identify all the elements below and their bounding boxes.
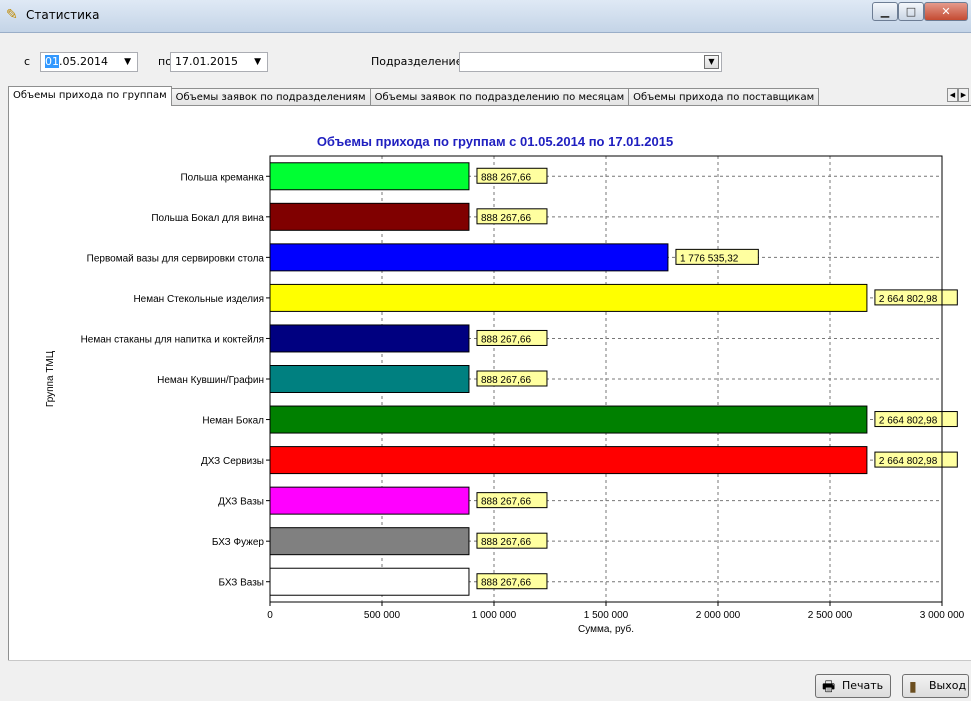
bar-chart: Объемы прихода по группам с 01.05.2014 п… — [45, 134, 965, 635]
data-label: 2 664 802,98 — [879, 456, 938, 467]
tab-scroll-right-icon[interactable]: ▶ — [958, 88, 969, 102]
tab-requests-by-departments[interactable]: Объемы заявок по подразделениям — [170, 88, 371, 106]
exit-button-label: Выход — [929, 679, 967, 692]
data-label: 888 267,66 — [481, 578, 531, 589]
chart-panel: Объемы прихода по группам с 01.05.2014 п… — [8, 105, 971, 660]
date-from-rest: .05.2014 — [59, 55, 108, 68]
window-title: Статистика — [26, 8, 100, 22]
x-tick-label: 2 500 000 — [808, 610, 853, 621]
chart-title: Объемы прихода по группам с 01.05.2014 п… — [317, 134, 673, 149]
chevron-down-icon: ▼ — [254, 57, 261, 67]
date-to-value: 17.01.2015 — [175, 55, 238, 68]
x-tick-label: 0 — [267, 610, 273, 621]
app-icon: ✎ — [6, 7, 18, 23]
bar — [269, 567, 470, 596]
y-tick-label: Польша Бокал для вина — [151, 213, 264, 224]
exit-door-icon: ▮ — [909, 679, 917, 695]
y-tick-label: БХЗ Фужер — [212, 537, 265, 548]
x-tick-label: 3 000 000 — [920, 610, 965, 621]
department-combo[interactable]: ▼ — [459, 52, 722, 72]
print-button[interactable]: 🖶 Печать — [815, 674, 891, 698]
tab-scroll-left-icon[interactable]: ◀ — [947, 88, 958, 102]
date-to-picker[interactable]: 17.01.2015 ▼ — [170, 52, 268, 72]
exit-button[interactable]: ▮ Выход — [902, 674, 969, 698]
y-tick-label: Первомай вазы для сервировки стола — [87, 253, 265, 264]
minimize-button[interactable]: ▁ — [872, 2, 898, 21]
y-axis-label: Группа ТМЦ — [45, 350, 56, 407]
data-label: 2 664 802,98 — [879, 294, 938, 305]
close-button[interactable]: ✕ — [924, 2, 968, 21]
y-tick-label: ДХЗ Вазы — [218, 497, 264, 508]
bar — [269, 405, 868, 434]
x-tick-label: 1 500 000 — [584, 610, 629, 621]
y-tick-label: БХЗ Вазы — [218, 578, 264, 589]
data-label: 888 267,66 — [481, 497, 531, 508]
data-label: 888 267,66 — [481, 537, 531, 548]
dropdown-arrow-icon[interactable]: ▼ — [704, 55, 719, 69]
bar — [269, 365, 470, 393]
x-tick-label: 1 000 000 — [472, 610, 517, 621]
bar — [269, 527, 470, 556]
data-label: 1 776 535,32 — [680, 253, 739, 264]
y-tick-label: Неман стаканы для напитка и коктейля — [81, 334, 264, 345]
data-label: 888 267,66 — [481, 213, 531, 224]
department-label: Подразделение: — [371, 55, 467, 68]
title-bar: ✎ Статистика ▁ □ ✕ — [0, 0, 971, 33]
bar — [269, 446, 868, 475]
bar — [269, 202, 470, 231]
bar — [269, 324, 470, 353]
tab-requests-by-department-by-month[interactable]: Объемы заявок по подразделению по месяца… — [369, 88, 630, 106]
x-tick-label: 500 000 — [364, 610, 401, 621]
y-tick-label: Неман Кувшин/Графин — [157, 374, 264, 386]
y-tick-label: ДХЗ Сервизы — [201, 456, 264, 467]
chevron-down-icon: ▼ — [124, 57, 131, 67]
date-from-selected-part: 01 — [45, 55, 59, 68]
tab-strip: Объемы прихода по группам Объемы заявок … — [8, 86, 820, 106]
bar — [269, 283, 868, 312]
x-tick-label: 2 000 000 — [696, 610, 741, 621]
y-tick-label: Неман Стекольные изделия — [133, 294, 264, 305]
printer-icon: 🖶 — [822, 679, 836, 695]
data-label: 888 267,66 — [481, 172, 531, 183]
y-tick-label: Польша креманка — [180, 172, 264, 183]
date-from-picker[interactable]: 01.05.2014 ▼ — [40, 52, 138, 72]
data-label: 888 267,66 — [481, 334, 531, 345]
maximize-button[interactable]: □ — [898, 2, 924, 21]
x-axis-label: Сумма, руб. — [578, 623, 634, 635]
y-tick-label: Неман Бокал — [202, 416, 264, 427]
tab-income-by-suppliers[interactable]: Объемы прихода по поставщикам — [628, 88, 820, 106]
bar — [269, 162, 470, 191]
date-from-label: с — [24, 55, 31, 68]
tab-income-by-groups[interactable]: Объемы прихода по группам — [8, 86, 172, 106]
bar — [269, 243, 669, 272]
bar — [269, 486, 470, 515]
data-label: 2 664 802,98 — [879, 416, 938, 427]
data-label: 888 267,66 — [481, 375, 531, 386]
print-button-label: Печать — [842, 679, 884, 692]
